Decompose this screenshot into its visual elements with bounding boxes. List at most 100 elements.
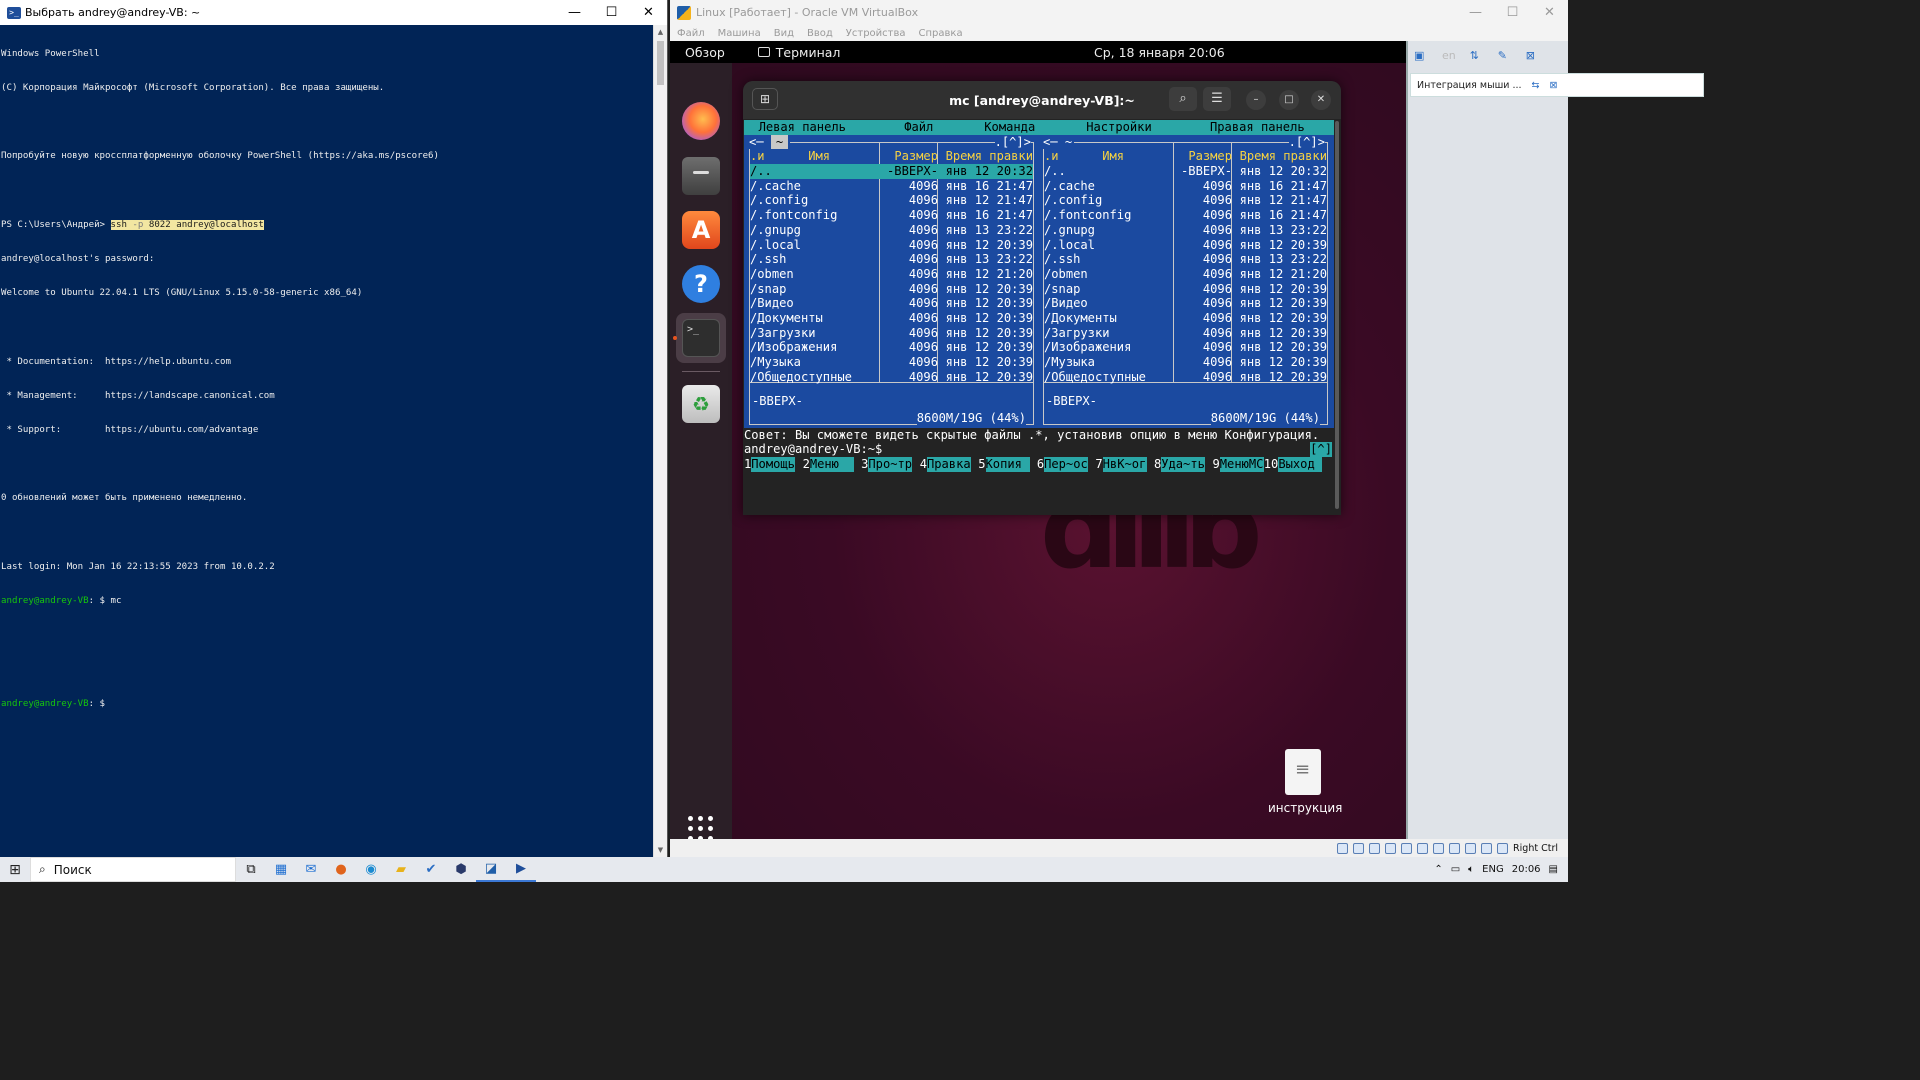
file-row[interactable]: /snap 4096 янв 12 20:39 [750, 282, 1033, 297]
column-name[interactable]: .и Имя [750, 149, 880, 164]
display-icon[interactable] [1433, 842, 1445, 854]
menu-view[interactable]: Вид [774, 28, 794, 39]
mc-command-line[interactable]: andrey@andrey-VB:~$ [^] [744, 442, 1334, 458]
search-icon[interactable]: ⌕ [1169, 87, 1197, 111]
scroll-thumb[interactable] [657, 41, 664, 85]
file-row[interactable]: /.cache 4096 янв 16 21:47 [1044, 179, 1327, 194]
virtualbox-window[interactable]: Linux [Работает] - Oracle VM VirtualBox … [670, 0, 1704, 857]
files-icon[interactable] [682, 157, 720, 195]
terminal-headerbar[interactable]: ⊞ mc [andrey@andrey-VB]:~ ⌕ ☰ – □ ✕ [743, 81, 1341, 119]
command-history-button[interactable]: [^] [1310, 442, 1332, 458]
file-row[interactable]: /.fontconfig 4096 янв 16 21:47 [750, 208, 1033, 223]
activities-button[interactable]: Обзор [685, 45, 725, 60]
file-row[interactable]: /Видео 4096 янв 12 20:39 [750, 296, 1033, 311]
file-row[interactable]: /Изображения 4096 янв 12 20:39 [1044, 340, 1327, 355]
file-row[interactable]: /obmen 4096 янв 12 21:20 [1044, 267, 1327, 282]
mc-menu-left[interactable]: Левая панель [759, 120, 846, 134]
clock[interactable]: 20:06 [1512, 864, 1541, 875]
optical-drive-icon[interactable] [1353, 842, 1365, 854]
powershell-taskbar-icon[interactable]: ▶ [506, 857, 536, 882]
mail-icon[interactable]: ✉ [296, 862, 326, 877]
notice-toggle-icon[interactable]: ⇆ [1532, 80, 1540, 91]
file-row[interactable]: /.. -ВВЕРХ-янв 12 20:32 [750, 164, 1033, 179]
column-name[interactable]: .и Имя [1044, 149, 1174, 164]
settings-icon[interactable]: ✎ [1498, 49, 1512, 63]
menu-machine[interactable]: Машина [718, 28, 761, 39]
tray-overflow-icon[interactable]: ⌃ [1434, 864, 1442, 875]
store-icon[interactable]: ▦ [266, 862, 296, 877]
powershell-window[interactable]: >_ Выбрать andrey@andrey-VB: ~ — ☐ ✕ Win… [0, 0, 668, 857]
left-panel[interactable]: <─ ~ .[^]> .и Имя Размер Время правки /.… [744, 134, 1038, 428]
mc-menu-options[interactable]: Настройки [1086, 120, 1152, 134]
app-menu[interactable]: Терминал [757, 45, 840, 60]
file-row[interactable]: /Загрузки 4096 янв 12 20:39 [750, 326, 1033, 341]
firefox-icon[interactable]: ● [326, 862, 356, 877]
close-panel-icon[interactable]: ⊠ [1526, 49, 1540, 63]
show-apps-grid-icon[interactable] [688, 816, 714, 839]
guest-display[interactable]: ɑıllɓ Обзор Терминал Ср, 18 января 20:06… [670, 41, 1406, 839]
edge-icon[interactable]: ◉ [356, 862, 386, 877]
usb-icon[interactable] [1401, 842, 1413, 854]
menu-input[interactable]: Ввод [807, 28, 833, 39]
file-row[interactable]: /Документы 4096 янв 12 20:39 [750, 311, 1033, 326]
file-row[interactable]: /Музыка 4096 янв 12 20:39 [1044, 355, 1327, 370]
terminal-window[interactable]: ⊞ mc [andrey@andrey-VB]:~ ⌕ ☰ – □ ✕ Лева… [743, 81, 1341, 515]
panel-history-button[interactable]: .[^]> [1288, 134, 1325, 150]
file-row[interactable]: /.config 4096 янв 12 21:47 [1044, 193, 1327, 208]
fkey-5[interactable]: 5 Копия [971, 457, 1030, 472]
help-icon[interactable]: ? [682, 265, 720, 303]
file-row[interactable]: /.fontconfig 4096 янв 16 21:47 [1044, 208, 1327, 223]
file-row[interactable]: /Общедоступные 4096 янв 12 20:39 [1044, 370, 1327, 385]
hard-disk-icon[interactable] [1337, 842, 1349, 854]
scroll-up-arrow-icon[interactable]: ▲ [654, 25, 667, 39]
file-row[interactable]: /.config 4096 янв 12 21:47 [750, 193, 1033, 208]
file-row[interactable]: /Загрузки 4096 янв 12 20:39 [1044, 326, 1327, 341]
file-row[interactable]: /Документы 4096 янв 12 20:39 [1044, 311, 1327, 326]
network-icon[interactable]: ▭ [1451, 864, 1460, 875]
file-row[interactable]: /.ssh 4096 янв 13 23:22 [1044, 252, 1327, 267]
task-view-icon[interactable]: ⧉ [236, 862, 266, 877]
column-date[interactable]: Время правки [938, 149, 1033, 164]
fkey-10[interactable]: 10 Выход [1264, 457, 1323, 472]
mc-menu-file[interactable]: Файл [904, 120, 933, 134]
trash-icon[interactable]: ♻ [682, 385, 720, 423]
fkey-1[interactable]: 1 Помощь [744, 457, 796, 472]
maximize-button[interactable]: ☐ [1494, 5, 1531, 20]
terminal-scrollbar[interactable] [1335, 121, 1339, 509]
vertical-scrollbar[interactable]: ▲ ▼ [653, 25, 667, 857]
keyboard-capture-icon[interactable] [1497, 842, 1509, 854]
column-date[interactable]: Время правки [1232, 149, 1327, 164]
panel-history-button[interactable]: .[^]> [994, 134, 1031, 150]
file-row[interactable]: /Видео 4096 янв 12 20:39 [1044, 296, 1327, 311]
network-icon[interactable]: ⇅ [1470, 49, 1484, 63]
menu-file[interactable]: Файл [677, 28, 705, 39]
fkey-7[interactable]: 7 НвК~ог [1088, 457, 1147, 472]
column-size[interactable]: Размер [880, 149, 938, 164]
mc-menu-command[interactable]: Команда [984, 120, 1035, 134]
hamburger-menu-icon[interactable]: ☰ [1203, 87, 1231, 111]
file-row[interactable]: /.local 4096 янв 12 20:39 [1044, 238, 1327, 253]
terminal-icon[interactable]: >_ [682, 319, 720, 357]
taskbar-search[interactable]: ⌕ Поиск [30, 857, 236, 882]
file-row[interactable]: /Музыка 4096 янв 12 20:39 [750, 355, 1033, 370]
fkey-8[interactable]: 8 Уда~ть [1147, 457, 1206, 472]
fkey-6[interactable]: 6 Пер~ос [1030, 457, 1089, 472]
file-row[interactable]: /.. -ВВЕРХ-янв 12 20:32 [1044, 164, 1327, 179]
network-icon[interactable] [1385, 842, 1397, 854]
file-row[interactable]: /.local 4096 янв 12 20:39 [750, 238, 1033, 253]
mouse-integration-icon[interactable] [1481, 842, 1493, 854]
powershell-console[interactable]: Windows PowerShell (C) Корпорация Майкро… [0, 25, 653, 857]
maximize-icon[interactable]: □ [1279, 90, 1299, 110]
right-panel[interactable]: <─ ~ .[^]> .и Имя Размер Время правки /.… [1038, 134, 1332, 428]
minimize-icon[interactable]: – [1246, 90, 1266, 110]
file-row[interactable]: /snap 4096 янв 12 20:39 [1044, 282, 1327, 297]
notice-close-icon[interactable]: ⊠ [1550, 80, 1558, 91]
audio-icon[interactable] [1369, 842, 1381, 854]
notification-icon[interactable]: ▣ [1414, 49, 1428, 63]
virtualbox-taskbar-icon[interactable]: ◪ [476, 857, 506, 882]
shared-folders-icon[interactable] [1417, 842, 1429, 854]
file-row[interactable]: /.cache 4096 янв 16 21:47 [750, 179, 1033, 194]
file-row[interactable]: /Общедоступные 4096 янв 12 20:39 [750, 370, 1033, 385]
midnight-commander[interactable]: Левая панель Файл Команда Настройки Прав… [744, 120, 1334, 472]
volume-icon[interactable]: 🔈︎ [1468, 864, 1474, 875]
